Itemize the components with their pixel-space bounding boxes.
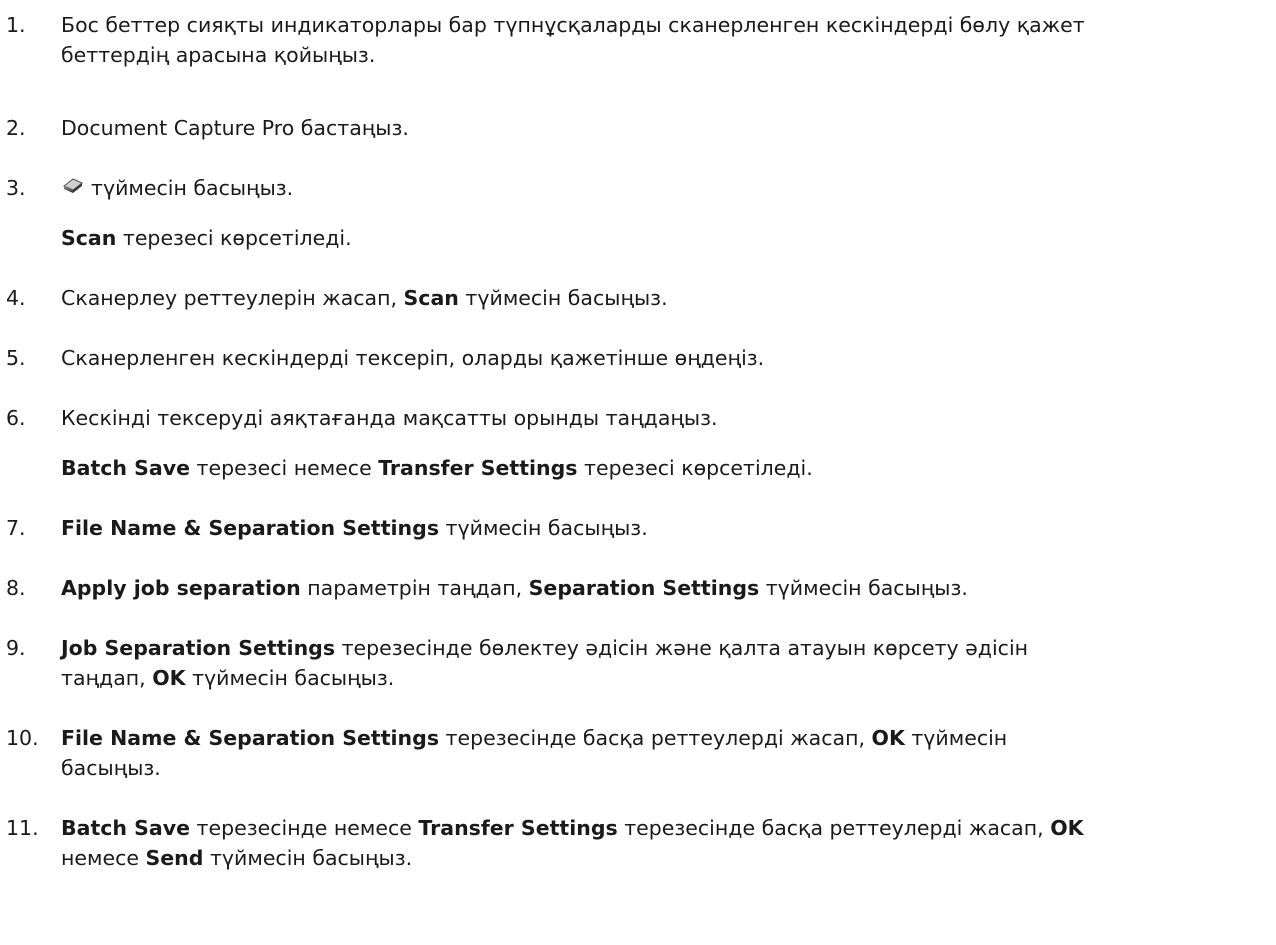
step-text-fragment: параметрін таңдап, — [300, 576, 529, 600]
ui-term: Transfer Settings — [378, 456, 578, 480]
step-text: Бос беттер сияқты индикаторлары бар түпн… — [61, 10, 1269, 70]
step-number: 8. — [6, 576, 26, 600]
ui-term: Job Separation Settings — [61, 636, 336, 660]
step-text-fragment: немесе — [61, 846, 146, 870]
step-text-fragment: түймесін басыңыз. — [203, 846, 413, 870]
step-text-line: Бос беттер сияқты индикаторлары бар түпн… — [61, 13, 1085, 37]
step-text-fragment: түймесін басыңыз. — [185, 666, 395, 690]
step-text: Кескінді тексеруді аяқтағанда мақсатты о… — [61, 403, 1269, 483]
step-text: Apply job separation параметрін таңдап, … — [61, 573, 1269, 603]
ui-term: File Name & Separation Settings — [61, 516, 440, 540]
step-text-fragment: терезесінде бөлектеу әдісін және қалта а… — [335, 636, 1029, 660]
step-text-line: Document Capture Pro бастаңыз. — [61, 116, 409, 140]
ui-term: OK — [1050, 816, 1084, 840]
ui-term: Batch Save — [61, 456, 191, 480]
step-text: Сканерленген кескіндерді тексеріп, олард… — [61, 343, 1269, 373]
ui-term: Batch Save — [61, 816, 191, 840]
step-text-fragment: терезесінде басқа реттеулерді жасап, — [439, 726, 872, 750]
step-text-line: беттердің арасына қойыңыз. — [61, 43, 376, 67]
step-text: Document Capture Pro бастаңыз. — [61, 113, 1269, 143]
step-text-line: Apply job separation параметрін таңдап, … — [61, 573, 1269, 603]
step-text-line: немесе Send түймесін басыңыз. — [61, 843, 1269, 873]
step-number: 7. — [6, 516, 26, 540]
step-text-line: басыңыз. — [61, 756, 161, 780]
step-text-fragment: түймесін басыңыз. — [91, 176, 294, 200]
step-result-note: Batch Save терезесі немесе Transfer Sett… — [61, 453, 1269, 483]
ui-term: Apply job separation — [61, 576, 301, 600]
step-text: File Name & Separation Settings терезесі… — [61, 723, 1269, 783]
step-text-line: Сканерленген кескіндерді тексеріп, олард… — [61, 346, 765, 370]
step-text: Batch Save терезесінде немесе Transfer S… — [61, 813, 1269, 873]
step-number: 9. — [6, 636, 26, 660]
note-text: терезесі көрсетіледі. — [577, 456, 813, 480]
step-number: 1. — [6, 13, 26, 37]
ui-term: Separation Settings — [528, 576, 760, 600]
instruction-steps: 1. Бос беттер сияқты индикаторлары бар т… — [0, 0, 1276, 945]
note-text: терезесі немесе — [190, 456, 379, 480]
step-text-fragment: терезесінде басқа реттеулерді жасап, — [617, 816, 1051, 840]
step-text: Сканерлеу реттеулерін жасап, Scan түймес… — [61, 283, 1269, 313]
step-text-line: File Name & Separation Settings түймесін… — [61, 513, 1269, 543]
ui-term: OK — [871, 726, 905, 750]
scan-icon — [61, 176, 85, 198]
ui-term: Scan — [403, 286, 459, 310]
step-text-line: түймесін басыңыз. — [61, 173, 1269, 203]
step-number: 11. — [6, 816, 39, 840]
step-text: түймесін басыңыз. Scan терезесі көрсетіл… — [61, 173, 1269, 253]
step-text-line: таңдап, OK түймесін басыңыз. — [61, 663, 1269, 693]
step-text-fragment: Сканерлеу реттеулерін жасап, — [61, 286, 404, 310]
step-text-line: File Name & Separation Settings терезесі… — [61, 723, 1269, 753]
step-text-fragment: түймесін — [904, 726, 1008, 750]
step-text-line: Сканерлеу реттеулерін жасап, Scan түймес… — [61, 283, 1269, 313]
ui-term: OK — [152, 666, 186, 690]
step-text-line: Batch Save терезесінде немесе Transfer S… — [61, 813, 1269, 843]
step-text-fragment: таңдап, — [61, 666, 153, 690]
step-text-line: Job Separation Settings терезесінде бөле… — [61, 633, 1269, 663]
step-number: 5. — [6, 346, 26, 370]
step-number: 6. — [6, 406, 26, 430]
step-text: File Name & Separation Settings түймесін… — [61, 513, 1269, 543]
step-text: Job Separation Settings терезесінде бөле… — [61, 633, 1269, 693]
step-number: 2. — [6, 116, 26, 140]
step-text-fragment: түймесін басыңыз. — [458, 286, 668, 310]
ui-term: Send — [145, 846, 204, 870]
step-text-fragment: түймесін басыңыз. — [759, 576, 968, 600]
ui-term: Transfer Settings — [418, 816, 618, 840]
step-number: 3. — [6, 176, 26, 200]
ui-term: Scan — [61, 226, 117, 250]
step-number: 10. — [6, 726, 39, 750]
ui-term: File Name & Separation Settings — [61, 726, 440, 750]
step-text-fragment: түймесін басыңыз. — [439, 516, 648, 540]
step-result-note: Scan терезесі көрсетіледі. — [61, 223, 1269, 253]
step-text-fragment: терезесінде немесе — [190, 816, 419, 840]
step-number: 4. — [6, 286, 26, 310]
note-text: терезесі көрсетіледі. — [116, 226, 352, 250]
step-text-line: Кескінді тексеруді аяқтағанда мақсатты о… — [61, 406, 718, 430]
